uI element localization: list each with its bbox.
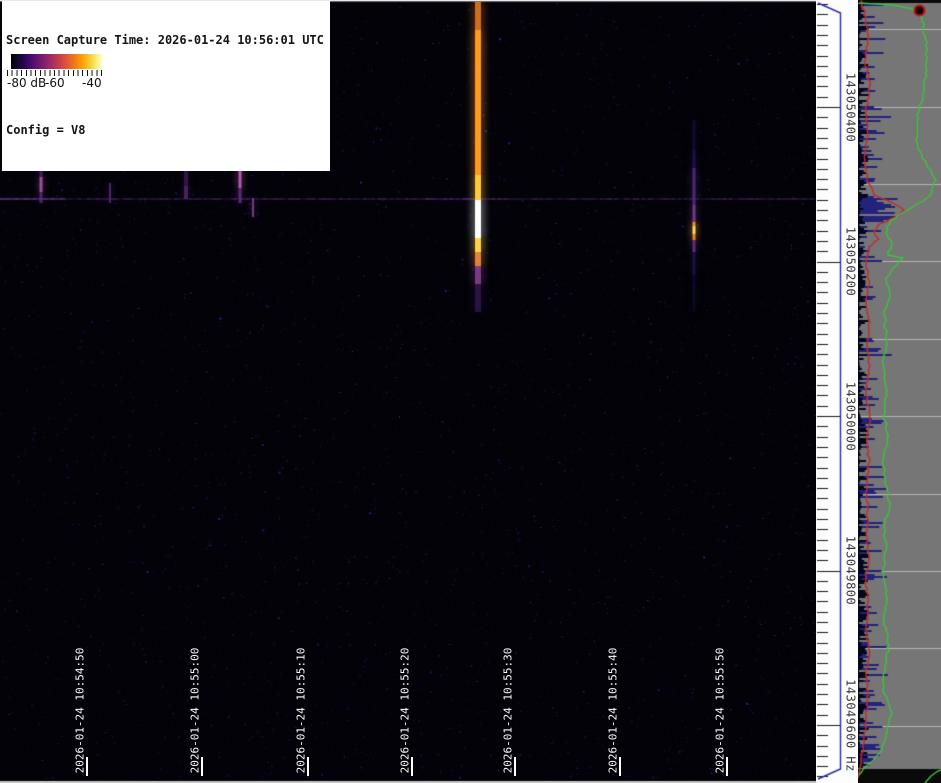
time-axis-label: 2026-01-24 10:55:50 bbox=[714, 647, 727, 775]
color-scale-legend: -80 dB -60 -40 bbox=[4, 52, 106, 92]
freq-axis-label: 143050000 bbox=[844, 336, 857, 496]
time-axis-label: 2026-01-24 10:54:50 bbox=[74, 647, 87, 775]
freq-axis-label: 143050200 bbox=[844, 182, 857, 342]
freq-axis-label: 143049800 bbox=[844, 491, 857, 651]
freq-axis-label: 143050400 bbox=[844, 27, 857, 187]
spectrum-side-panel-canvas bbox=[858, 0, 941, 783]
colormap-gradient-bar bbox=[11, 54, 104, 69]
time-axis-label: 2026-01-24 10:55:10 bbox=[295, 647, 308, 775]
colormap-labels: -80 dB -60 -40 bbox=[7, 76, 106, 91]
time-axis-label: 2026-01-24 10:55:40 bbox=[607, 647, 620, 775]
freq-axis-label: 143049600 Hz bbox=[844, 645, 857, 783]
time-axis-label: 2026-01-24 10:55:30 bbox=[502, 647, 515, 775]
time-axis-label: 2026-01-24 10:55:00 bbox=[189, 647, 202, 775]
config-text: Config = V8 bbox=[6, 123, 324, 138]
capture-time-text: Screen Capture Time: 2026-01-24 10:56:01… bbox=[6, 33, 324, 48]
time-axis-label: 2026-01-24 10:55:20 bbox=[399, 647, 412, 775]
legend-label-minus80db: -80 dB bbox=[7, 76, 46, 90]
legend-label-minus60db: -60 bbox=[45, 76, 65, 90]
spectrogram-app-window: Screen Capture Time: 2026-01-24 10:56:01… bbox=[0, 0, 941, 783]
legend-label-minus40db: -40 bbox=[82, 76, 102, 90]
